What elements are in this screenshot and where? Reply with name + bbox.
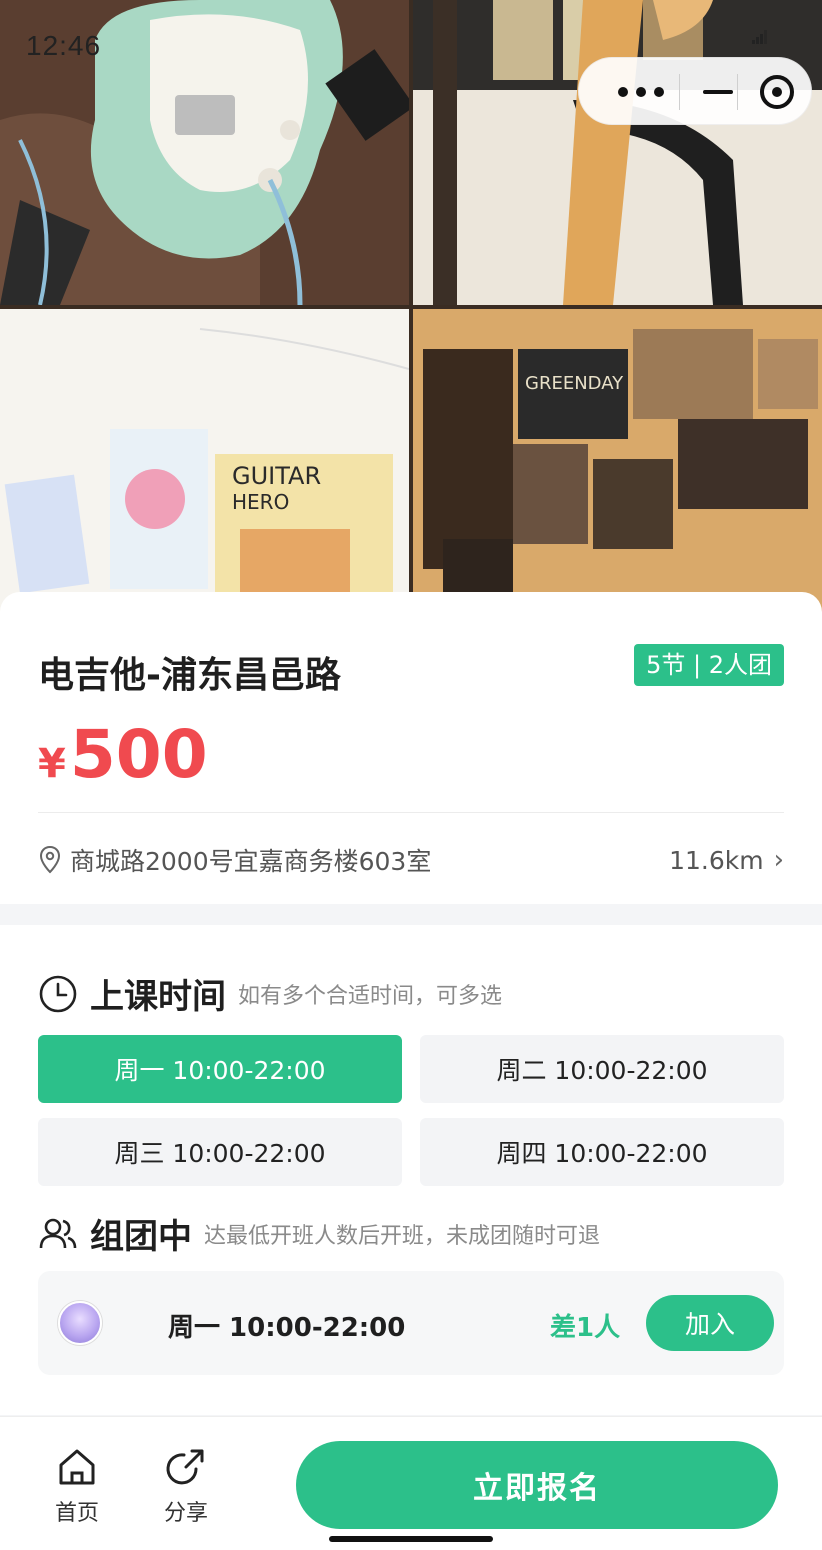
location-pin-icon	[39, 845, 61, 874]
miniprogram-capsule	[578, 57, 812, 125]
join-button[interactable]: 加入	[646, 1295, 774, 1351]
time-slot-mon[interactable]: 周一 10:00-22:00	[38, 1035, 402, 1103]
schedule-header: 上课时间 如有多个合适时间，可多选	[38, 969, 502, 1018]
target-icon[interactable]	[747, 58, 807, 126]
photo-band-posters[interactable]: GREENDAY	[413, 309, 822, 612]
users-icon	[39, 1218, 77, 1248]
group-subtitle: 达最低开班人数后开班，未成团随时可退	[204, 1223, 601, 1249]
group-time: 周一 10:00-22:00	[168, 1313, 406, 1343]
course-info-card: 电吉他-浦东昌邑路 5节 | 2人团 ¥500 商城路2000号宜嘉商务楼603…	[0, 592, 822, 904]
time-slot-wed[interactable]: 周三 10:00-22:00	[38, 1118, 402, 1186]
capsule-divider	[737, 74, 738, 110]
home-indicator	[329, 1536, 493, 1542]
currency-symbol: ¥	[38, 741, 66, 787]
minimize-icon[interactable]	[689, 58, 747, 126]
signal-icon	[752, 30, 767, 44]
hero-photo-collage[interactable]: GUITAR HERO GREENDAY 12:46	[0, 0, 822, 612]
more-icon[interactable]	[593, 58, 689, 126]
address-text: 商城路2000号宜嘉商务楼603室	[70, 847, 432, 876]
group-missing-count: 差1人	[550, 1313, 621, 1343]
group-item: 周一 10:00-22:00 差1人 加入	[38, 1271, 784, 1375]
share-label: 分享	[163, 1501, 208, 1526]
enroll-now-button[interactable]: 立即报名	[296, 1441, 778, 1529]
schedule-subtitle: 如有多个合适时间，可多选	[238, 983, 503, 1009]
share-icon	[166, 1449, 204, 1485]
distance-text: 11.6km	[669, 845, 764, 875]
schedule-card: 上课时间 如有多个合适时间，可多选 周一 10:00-22:00 周二 10:0…	[0, 925, 822, 1415]
share-tab[interactable]: 分享	[151, 1445, 221, 1527]
divider	[38, 812, 784, 813]
clock-icon	[39, 975, 77, 1012]
group-header: 组团中 达最低开班人数后开班，未成团随时可退	[38, 1209, 600, 1258]
capsule-divider	[679, 74, 680, 110]
svg-text:GREENDAY: GREENDAY	[525, 373, 624, 394]
avatar	[58, 1301, 102, 1345]
price-value: 500	[69, 716, 208, 793]
svg-text:GUITAR: GUITAR	[232, 462, 321, 490]
home-label: 首页	[54, 1501, 99, 1526]
photo-guitar-wall[interactable]	[413, 0, 822, 305]
photo-anime-posters[interactable]: GUITAR HERO	[0, 309, 409, 612]
bottom-action-bar: 首页 分享 立即报名	[0, 1416, 822, 1550]
group-title: 组团中	[90, 1217, 192, 1257]
course-price: ¥500	[38, 716, 208, 793]
course-title: 电吉他-浦东昌邑路	[38, 655, 341, 696]
svg-text:HERO: HERO	[232, 490, 289, 514]
home-icon	[59, 1449, 95, 1485]
time-slot-thu[interactable]: 周四 10:00-22:00	[420, 1118, 784, 1186]
course-badge: 5节 | 2人团	[634, 644, 784, 686]
address-row[interactable]: 商城路2000号宜嘉商务楼603室 11.6km ›	[38, 838, 784, 882]
home-tab[interactable]: 首页	[42, 1445, 112, 1527]
time-slot-tue[interactable]: 周二 10:00-22:00	[420, 1035, 784, 1103]
schedule-title: 上课时间	[90, 977, 226, 1017]
chevron-right-icon: ›	[773, 845, 784, 875]
status-bar-time: 12:46	[26, 30, 102, 61]
